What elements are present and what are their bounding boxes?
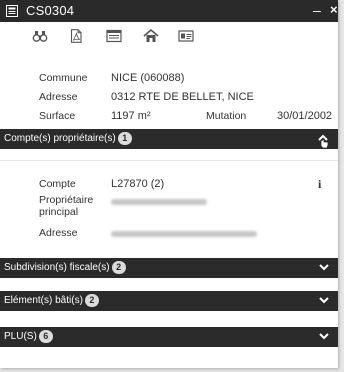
list-icon[interactable]: [106, 29, 122, 43]
surface-label: Surface: [39, 110, 76, 122]
subdivisions-count-badge: 2: [111, 261, 126, 274]
toolbar: [0, 22, 338, 50]
owner-adresse-label: Adresse: [39, 227, 78, 239]
adresse-row: Adresse 0312 RTE DE BELLET, NICE: [0, 89, 338, 106]
subdivisions-section-header[interactable]: Subdivision(s) fiscale(s) 2: [0, 258, 338, 278]
buildings-section-title: Elément(s) bâti(s) 2: [4, 294, 99, 308]
proprietaire-label: Propriétaire principal: [39, 194, 93, 218]
chevron-down-icon[interactable]: [319, 332, 329, 340]
chevron-up-icon[interactable]: [315, 131, 331, 149]
minimize-button[interactable]: –: [313, 1, 321, 19]
chevron-down-icon[interactable]: [319, 263, 329, 271]
chevron-down-icon[interactable]: [319, 296, 329, 304]
owners-section-label: Compte(s) propriétaire(s): [4, 133, 116, 144]
buildings-section-header[interactable]: Elément(s) bâti(s) 2: [0, 291, 338, 311]
close-button[interactable]: ×: [330, 1, 338, 19]
surface-row: Surface 1197 m² Mutation 30/01/2002: [0, 108, 338, 125]
proprietaire-label-line1: Propriétaire: [39, 194, 94, 206]
compte-row: Compte L27870 (2) i: [0, 176, 338, 193]
owners-count-badge: 1: [117, 132, 132, 145]
proprietaire-row: Propriétaire principal: [0, 194, 338, 218]
info-icon[interactable]: i: [318, 176, 321, 193]
subdivisions-section-title: Subdivision(s) fiscale(s) 2: [4, 261, 126, 275]
owners-divider: [0, 160, 338, 161]
redacted-owner-address: [111, 231, 257, 237]
owners-section-title: Compte(s) propriétaire(s) 1: [4, 132, 132, 146]
window-card-icon: [6, 5, 18, 17]
plu-count-badge: 6: [38, 330, 53, 343]
parcel-info-panel: CS0304 – × Commune NICE (060088) Adresse…: [0, 0, 338, 368]
compte-value: L27870 (2): [111, 178, 165, 190]
redacted-owner-name: [111, 199, 207, 205]
commune-value: NICE (060088): [111, 72, 185, 84]
mutation-label: Mutation: [206, 110, 247, 122]
commune-row: Commune NICE (060088): [0, 70, 338, 87]
owners-section-header[interactable]: Compte(s) propriétaire(s) 1: [0, 129, 338, 149]
buildings-section-label: Elément(s) bâti(s): [4, 295, 83, 306]
window-title: CS0304: [26, 3, 75, 18]
plu-section-label: PLU(S): [4, 331, 37, 342]
proprietaire-label-line2: principal: [39, 206, 79, 218]
plu-section-header[interactable]: PLU(S) 6: [0, 327, 338, 347]
mutation-date: 30/01/2002: [277, 110, 333, 122]
adresse-label: Adresse: [39, 91, 78, 103]
owner-adresse-row: Adresse: [0, 225, 338, 242]
id-card-icon[interactable]: [178, 29, 194, 43]
pdf-icon[interactable]: [68, 29, 84, 43]
title-bar[interactable]: CS0304 – ×: [0, 0, 338, 22]
surface-value: 1197 m²: [111, 110, 151, 122]
binoculars-icon[interactable]: [32, 29, 48, 43]
home-icon[interactable]: [143, 29, 159, 43]
adresse-value: 0312 RTE DE BELLET, NICE: [111, 91, 254, 103]
commune-label: Commune: [39, 72, 88, 84]
compte-label: Compte: [39, 178, 76, 190]
buildings-count-badge: 2: [84, 294, 99, 307]
subdivisions-section-label: Subdivision(s) fiscale(s): [4, 262, 110, 273]
plu-section-title: PLU(S) 6: [4, 330, 53, 344]
